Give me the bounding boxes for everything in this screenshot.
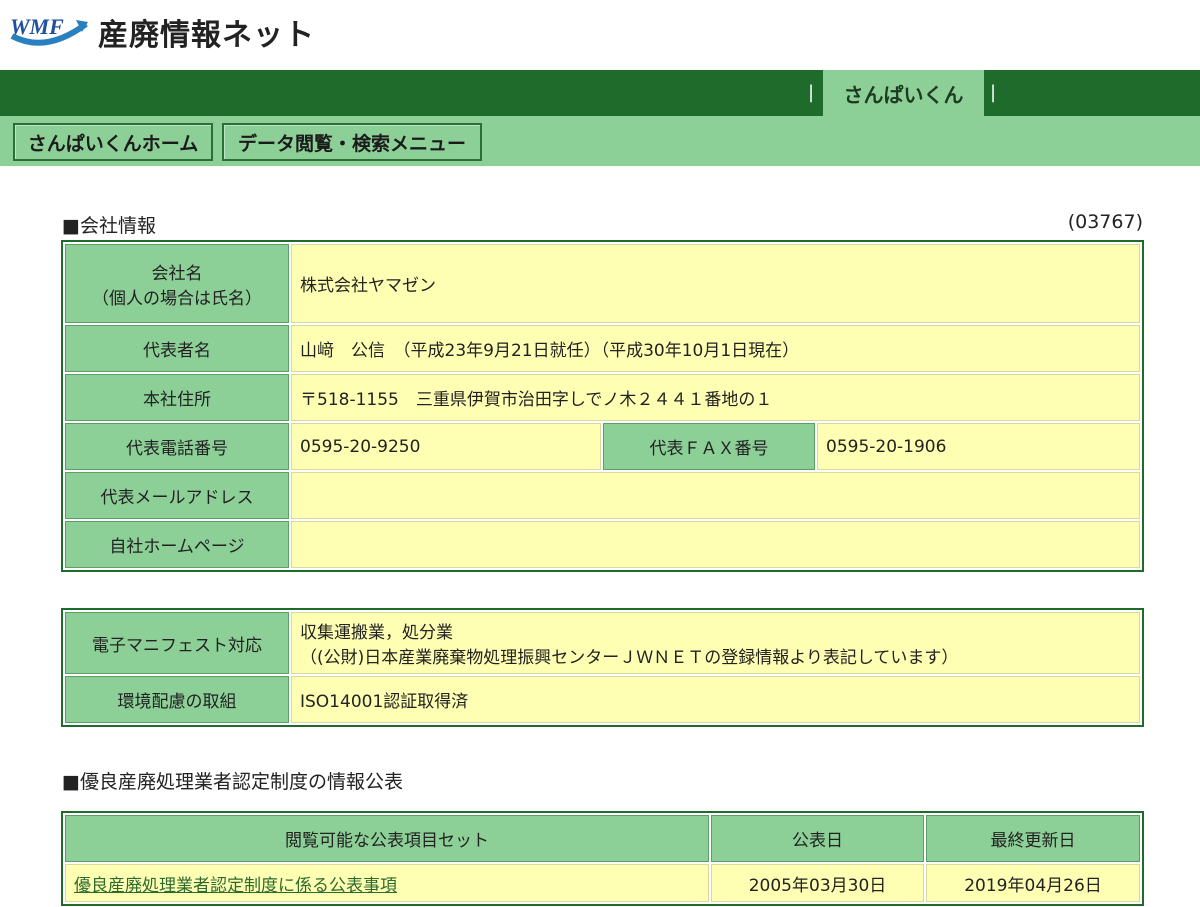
home-button[interactable]: さんぱいくんホーム — [13, 123, 213, 161]
email-value — [291, 472, 1140, 519]
published-date: 2005年03月30日 — [711, 864, 924, 902]
address-label: 本社住所 — [65, 374, 289, 421]
column-header-published: 公表日 — [711, 815, 924, 862]
site-header: WMF 産廃情報ネット — [0, 0, 1200, 70]
company-info-table: 会社名 （個人の場合は氏名） 株式会社ヤマゼン 代表者名 山﨑 公信 （平成23… — [61, 240, 1144, 572]
updated-date: 2019年04月26日 — [926, 864, 1140, 902]
disclosure-heading: ■優良産廃処理業者認定制度の情報公表 — [62, 771, 403, 793]
column-header-item-set: 閲覧可能な公表項目セット — [65, 815, 709, 862]
company-name-value: 株式会社ヤマゼン — [291, 244, 1140, 323]
disclosure-table: 閲覧可能な公表項目セット 公表日 最終更新日 優良産廃処理業者認定制度に係る公表… — [61, 811, 1144, 906]
environment-value: ISO14001認証取得済 — [291, 676, 1140, 723]
homepage-label: 自社ホームページ — [65, 521, 289, 568]
homepage-value — [291, 521, 1140, 568]
fax-value: 0595-20-1906 — [817, 423, 1140, 470]
fax-label: 代表ＦＡＸ番号 — [603, 423, 815, 470]
site-title[interactable]: 産廃情報ネット — [98, 10, 315, 54]
nav-separator: | — [808, 82, 815, 103]
company-id: (03767) — [1067, 211, 1143, 233]
column-header-updated: 最終更新日 — [926, 815, 1140, 862]
top-navigation: | さんぱいくん | — [0, 70, 1200, 116]
table-row: 優良産廃処理業者認定制度に係る公表事項 2005年03月30日 2019年04月… — [65, 864, 1140, 902]
representative-label: 代表者名 — [65, 325, 289, 372]
data-search-menu-button[interactable]: データ閲覧・検索メニュー — [222, 123, 482, 161]
company-info-heading: ■会社情報 — [62, 215, 156, 237]
wmf-logo-icon[interactable]: WMF — [6, 6, 90, 54]
email-label: 代表メールアドレス — [65, 472, 289, 519]
phone-value: 0595-20-9250 — [291, 423, 601, 470]
disclosure-item-link[interactable]: 優良産廃処理業者認定制度に係る公表事項 — [74, 876, 397, 896]
manifest-environment-table: 電子マニフェスト対応 収集運搬業，処分業 （(公財)日本産業廃棄物処理振興センタ… — [61, 608, 1144, 727]
tab-sanpaikun[interactable]: さんぱいくん — [823, 70, 984, 116]
nav-separator: | — [990, 82, 997, 103]
svg-text:WMF: WMF — [10, 14, 64, 39]
e-manifest-value: 収集運搬業，処分業 （(公財)日本産業廃棄物処理振興センターＪＷＮＥＴの登録情報… — [291, 612, 1140, 674]
phone-label: 代表電話番号 — [65, 423, 289, 470]
representative-value: 山﨑 公信 （平成23年9月21日就任）（平成30年10月1日現在） — [291, 325, 1140, 372]
company-name-label: 会社名 （個人の場合は氏名） — [65, 244, 289, 323]
address-value: 〒518-1155 三重県伊賀市治田字しでノ木２４４１番地の１ — [291, 374, 1140, 421]
sub-navigation: さんぱいくんホーム データ閲覧・検索メニュー — [0, 116, 1200, 166]
e-manifest-label: 電子マニフェスト対応 — [65, 612, 289, 674]
disclosure-item-cell: 優良産廃処理業者認定制度に係る公表事項 — [65, 864, 709, 902]
environment-label: 環境配慮の取組 — [65, 676, 289, 723]
